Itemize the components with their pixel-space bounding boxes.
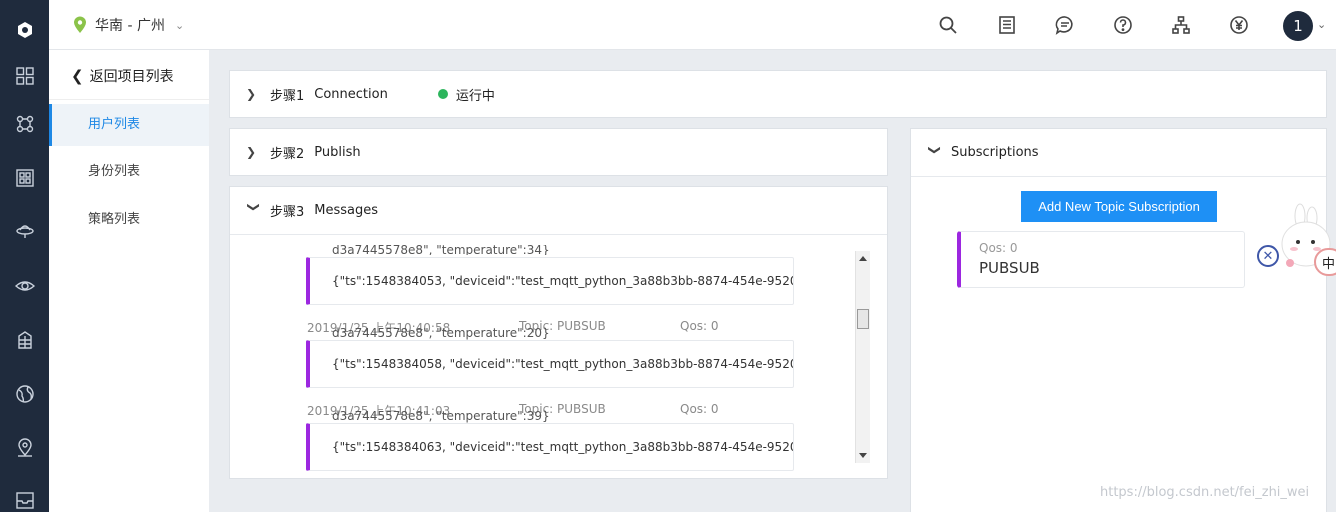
location-icon[interactable] <box>0 428 49 468</box>
message-continuation: d3a7445578e8", "temperature":34} <box>332 245 550 255</box>
step-publish-panel: ❯ 步骤2 Publish <box>229 128 888 176</box>
subscription-qos: Qos: 0 <box>979 241 1018 255</box>
dashboard-icon[interactable] <box>0 158 49 198</box>
search-icon[interactable] <box>937 14 959 36</box>
chevron-right-icon: ❯ <box>246 87 257 101</box>
message-payload: {"ts":1548384053, "deviceid":"test_mqtt_… <box>332 274 794 288</box>
sidebar-item-policies[interactable]: 策略列表 <box>49 199 209 241</box>
map-pin-icon <box>74 16 86 33</box>
step-label: 步骤2 <box>270 146 305 162</box>
icon-rail <box>0 0 49 512</box>
step-title: Messages <box>314 202 379 218</box>
step-messages-panel: ❯ 步骤3 Messages d3a7445578e8", "temperatu… <box>229 186 888 479</box>
avatar[interactable]: 1 <box>1283 11 1313 41</box>
step-title: Publish <box>314 144 361 160</box>
status-dot-icon <box>437 89 448 99</box>
chevron-down-icon: ❯ <box>928 144 942 155</box>
message-list[interactable]: d3a7445578e8", "temperature":34} {"ts":1… <box>230 234 887 478</box>
document-icon[interactable] <box>996 14 1018 36</box>
panel-header[interactable]: ❯ 步骤3 Messages <box>230 187 887 233</box>
yuan-icon[interactable] <box>1228 14 1250 36</box>
chevron-down-icon: ⌄ <box>174 18 185 32</box>
sidebar-item-label: 身份列表 <box>88 164 141 179</box>
subscriptions-panel: ❯ Subscriptions Add New Topic Subscripti… <box>910 128 1327 512</box>
subscription-item: Qos: 0 PUBSUB <box>957 231 1245 288</box>
message-continuation: d3a7445578e8", "temperature":20} <box>332 326 550 340</box>
subscriptions-title: Subscriptions <box>951 145 1039 160</box>
divider <box>49 99 209 100</box>
grid-icon[interactable] <box>0 56 49 96</box>
message-card: {"ts":1548384053, "deviceid":"test_mqtt_… <box>306 257 794 305</box>
region-selector[interactable]: 华南 - 广州 ⌄ <box>73 15 184 35</box>
scroll-down-icon[interactable] <box>859 453 867 458</box>
network-icon[interactable] <box>1170 14 1192 36</box>
step-title: Connection <box>314 86 388 102</box>
logo-icon[interactable] <box>0 10 49 50</box>
panel-header[interactable]: ❯ 步骤2 Publish <box>230 129 887 175</box>
step-label: 步骤1 <box>270 88 305 104</box>
watermark: https://blog.csdn.net/fei_zhi_wei <box>1100 485 1310 500</box>
back-to-projects-link[interactable]: ❮ 返回项目列表 <box>71 66 174 86</box>
message-payload: {"ts":1548384058, "deviceid":"test_mqtt_… <box>332 357 794 371</box>
step-connection-panel: ❯ 步骤1 Connection 运行中 <box>229 70 1327 118</box>
chat-icon[interactable] <box>1054 14 1076 36</box>
message-card: {"ts":1548384058, "deviceid":"test_mqtt_… <box>306 340 794 388</box>
sidebar-item-users[interactable]: 用户列表 <box>49 104 209 146</box>
status-text: 运行中 <box>455 88 495 104</box>
scroll-thumb[interactable] <box>857 309 869 329</box>
message-qos: Qos: 0 <box>680 402 719 416</box>
chevron-down-icon[interactable]: ⌄ <box>1317 18 1326 31</box>
panel-header[interactable]: ❯ 步骤1 Connection 运行中 <box>230 71 1326 117</box>
region-label: 华南 - 广州 <box>95 18 165 34</box>
nodes-icon[interactable] <box>0 104 49 144</box>
add-topic-subscription-button[interactable]: Add New Topic Subscription <box>1021 191 1217 222</box>
back-label: 返回项目列表 <box>89 69 174 85</box>
panel-header[interactable]: ❯ Subscriptions <box>911 129 1326 177</box>
language-label: 中 <box>1322 256 1336 272</box>
chevron-right-icon: ❯ <box>246 145 257 159</box>
message-continuation: d3a7445578e8", "temperature":39} <box>332 409 550 423</box>
sidebar-item-label: 用户列表 <box>88 117 141 132</box>
step-label: 步骤3 <box>270 204 305 220</box>
inbox-icon[interactable] <box>0 480 49 512</box>
message-qos: Qos: 0 <box>680 319 719 333</box>
subscription-topic: PUBSUB <box>979 259 1040 277</box>
chevron-left-icon: ❮ <box>71 67 84 85</box>
message-payload: {"ts":1548384063, "deviceid":"test_mqtt_… <box>332 440 794 454</box>
scrollbar[interactable] <box>855 251 870 463</box>
chevron-down-icon: ❯ <box>247 202 261 213</box>
project-sidebar: ❮ 返回项目列表 用户列表 身份列表 策略列表 <box>49 50 209 512</box>
sidebar-item-label: 策略列表 <box>88 212 141 227</box>
satellite-icon[interactable] <box>0 210 49 250</box>
avatar-label: 1 <box>1293 17 1303 35</box>
help-icon[interactable] <box>1112 14 1134 36</box>
top-header: 华南 - 广州 ⌄ 1 ⌄ <box>49 0 1336 50</box>
language-toggle[interactable]: 中 <box>1314 248 1336 276</box>
eye-icon[interactable] <box>0 266 49 306</box>
scroll-up-icon[interactable] <box>859 256 867 261</box>
building-icon[interactable] <box>0 320 49 360</box>
sidebar-item-identities[interactable]: 身份列表 <box>49 151 209 193</box>
message-card: {"ts":1548384063, "deviceid":"test_mqtt_… <box>306 423 794 471</box>
globe-icon[interactable] <box>0 374 49 414</box>
